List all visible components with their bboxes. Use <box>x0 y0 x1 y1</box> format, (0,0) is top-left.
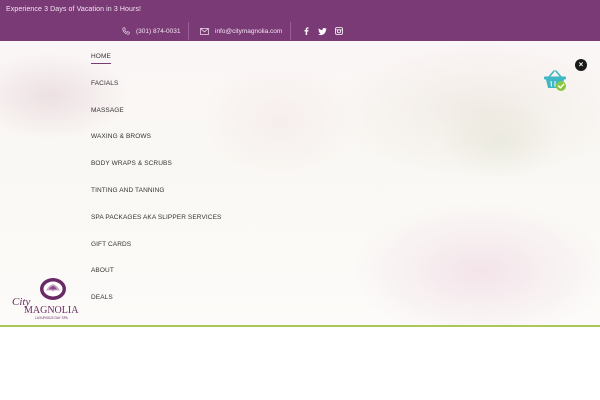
menu-item-home[interactable]: HOME <box>91 53 291 80</box>
background-flower <box>440 101 560 181</box>
city-magnolia-logo[interactable]: City MAGNOLIA LUXURIOUS DAY SPA <box>4 276 82 322</box>
menu-item-deals[interactable]: DEALS <box>91 294 291 321</box>
menu-item-massage[interactable]: MASSAGE <box>91 107 291 134</box>
email-address: info@citymagnolia.com <box>215 27 283 35</box>
menu-item-about[interactable]: ABOUT <box>91 267 291 294</box>
background-flower <box>350 201 600 325</box>
main-menu: HOME FACIALS MASSAGE WAXING & BROWS BODY… <box>91 53 291 321</box>
page: Experience 3 Days of Vacation in 3 Hours… <box>0 0 600 400</box>
menu-item-body-wraps[interactable]: BODY WRAPS & SCRUBS <box>91 160 291 187</box>
phone-contact[interactable]: (301) 874-0031 <box>122 26 180 36</box>
divider <box>290 22 291 40</box>
envelope-icon <box>200 27 209 35</box>
tagline: Experience 3 Days of Vacation in 3 Hours… <box>6 6 142 13</box>
menu-item-tinting-tanning[interactable]: TINTING AND TANNING <box>91 187 291 214</box>
phone-icon <box>122 27 130 35</box>
instagram-icon <box>335 27 343 35</box>
logo-text-magnolia: MAGNOLIA <box>24 305 79 316</box>
menu-item-waxing-brows[interactable]: WAXING & BROWS <box>91 133 291 160</box>
hero-background <box>0 41 600 325</box>
email-contact[interactable]: info@citymagnolia.com <box>200 26 282 36</box>
menu-item-facials[interactable]: FACIALS <box>91 80 291 107</box>
twitter-link[interactable] <box>317 26 327 36</box>
close-button[interactable]: × <box>575 59 587 71</box>
facebook-link[interactable] <box>301 26 311 36</box>
twitter-icon <box>317 27 327 35</box>
instagram-link[interactable] <box>334 26 344 36</box>
top-bar: Experience 3 Days of Vacation in 3 Hours… <box>0 0 600 41</box>
header-bottom-border <box>0 325 600 327</box>
phone-number: (301) 874-0031 <box>136 27 181 35</box>
logo-text-tagline: LUXURIOUS DAY SPA <box>35 316 69 320</box>
shopping-basket-icon <box>544 70 566 91</box>
logo-graphic: City MAGNOLIA LUXURIOUS DAY SPA <box>12 278 79 320</box>
cart-button[interactable] <box>543 68 567 92</box>
menu-item-spa-packages[interactable]: SPA PACKAGES AKA SLIPPER SERVICES <box>91 214 291 241</box>
facebook-icon <box>304 27 308 35</box>
menu-item-gift-cards[interactable]: GIFT CARDS <box>91 241 291 268</box>
divider <box>188 22 189 40</box>
